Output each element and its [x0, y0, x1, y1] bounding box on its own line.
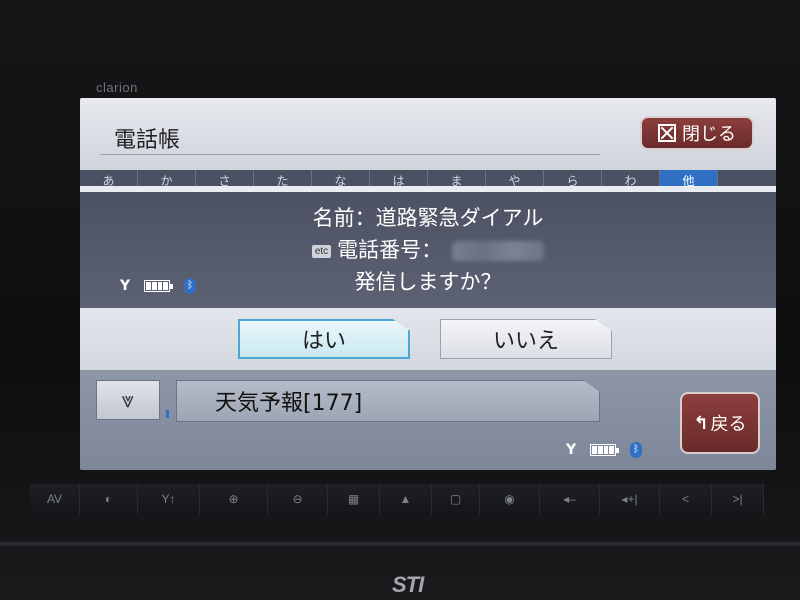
- bluetooth-icon: ᛒ: [184, 278, 197, 294]
- no-button[interactable]: いいえ: [440, 319, 612, 359]
- phone-label: 電話番号：: [337, 238, 443, 262]
- dialog-buttons: はい いいえ: [80, 308, 776, 370]
- hardware-button[interactable]: ◐: [80, 484, 138, 514]
- call-confirm-dialog: 名前：道路緊急ダイアル etc 電話番号： 発信しますか？ Y ᛒ: [80, 192, 776, 308]
- close-icon: [658, 124, 676, 142]
- hardware-button[interactable]: ▲: [380, 484, 432, 514]
- kana-tab[interactable]: ま: [428, 170, 486, 186]
- status-indicators-bottom: Y ᛒ: [566, 442, 643, 458]
- hardware-button-strip: AV ◐ Y↑ ⊕ ⊖ ▦ ▲ ▢ ◉ ◂– ◂+| < >|: [30, 484, 800, 514]
- hardware-button[interactable]: ⊕: [200, 484, 268, 514]
- battery-icon: [144, 280, 174, 292]
- scroll-down-button[interactable]: ⩔: [96, 380, 160, 420]
- page-title: 電話帳: [114, 128, 181, 153]
- hardware-button[interactable]: ▢: [432, 484, 480, 514]
- back-button[interactable]: ↰ 戻る: [680, 392, 760, 454]
- kana-tab[interactable]: ら: [544, 170, 602, 186]
- status-indicators: Y ᛒ: [120, 278, 197, 294]
- kana-tab[interactable]: や: [486, 170, 544, 186]
- sti-logo: STI: [392, 572, 424, 597]
- bluetooth-icon: ᛒ: [630, 442, 643, 458]
- kana-tab[interactable]: か: [138, 170, 196, 186]
- kana-tab[interactable]: さ: [196, 170, 254, 186]
- scroll-position-marker: [166, 410, 169, 418]
- back-label: 戻る: [710, 414, 747, 435]
- etc-icon: etc: [311, 244, 332, 258]
- hardware-button[interactable]: ▦: [328, 484, 380, 514]
- hardware-button[interactable]: ◉: [480, 484, 540, 514]
- hardware-button[interactable]: >|: [712, 484, 764, 514]
- kana-tab[interactable]: は: [370, 170, 428, 186]
- kana-index-bar: あかさたなはまやらわ他: [80, 170, 776, 186]
- phonebook-header: 電話帳 閉じる: [80, 98, 776, 170]
- blurred-phone-number: [452, 241, 545, 261]
- kana-tab[interactable]: た: [254, 170, 312, 186]
- brand-logo: clarion: [96, 80, 138, 95]
- dashboard-trim: [0, 542, 800, 546]
- list-item[interactable]: 天気予報[177]: [176, 380, 600, 422]
- hardware-button[interactable]: ⊖: [268, 484, 328, 514]
- battery-icon: [590, 444, 620, 456]
- yes-button[interactable]: はい: [238, 319, 410, 359]
- kana-tab[interactable]: わ: [602, 170, 660, 186]
- antenna-icon: Y: [566, 442, 577, 458]
- phonebook-list: ⩔ 天気予報[177] ↰ 戻る Y ᛒ: [80, 370, 776, 470]
- hardware-button[interactable]: AV: [30, 484, 80, 514]
- antenna-icon: Y: [120, 278, 131, 294]
- hardware-button[interactable]: ◂–: [540, 484, 600, 514]
- kana-tab[interactable]: あ: [80, 170, 138, 186]
- contact-name: 名前：道路緊急ダイアル: [312, 206, 544, 230]
- hardware-button[interactable]: <: [660, 484, 712, 514]
- double-chevron-down-icon: ⩔: [121, 387, 135, 413]
- return-arrow-icon: ↰: [693, 412, 709, 434]
- kana-tab[interactable]: な: [312, 170, 370, 186]
- title-underline: [100, 154, 600, 155]
- device-bezel: clarion 電話帳 閉じる あかさたなはまやらわ他 名前：道路緊急ダイアル …: [0, 0, 800, 600]
- hardware-button[interactable]: ◂+|: [600, 484, 660, 514]
- close-button[interactable]: 閉じる: [640, 116, 754, 150]
- nav-screen: 電話帳 閉じる あかさたなはまやらわ他 名前：道路緊急ダイアル etc 電話番号：…: [80, 98, 776, 470]
- phone-number-line: etc 電話番号：: [80, 234, 776, 264]
- kana-tab[interactable]: 他: [660, 170, 718, 186]
- close-label: 閉じる: [682, 124, 736, 145]
- hardware-button[interactable]: Y↑: [138, 484, 200, 514]
